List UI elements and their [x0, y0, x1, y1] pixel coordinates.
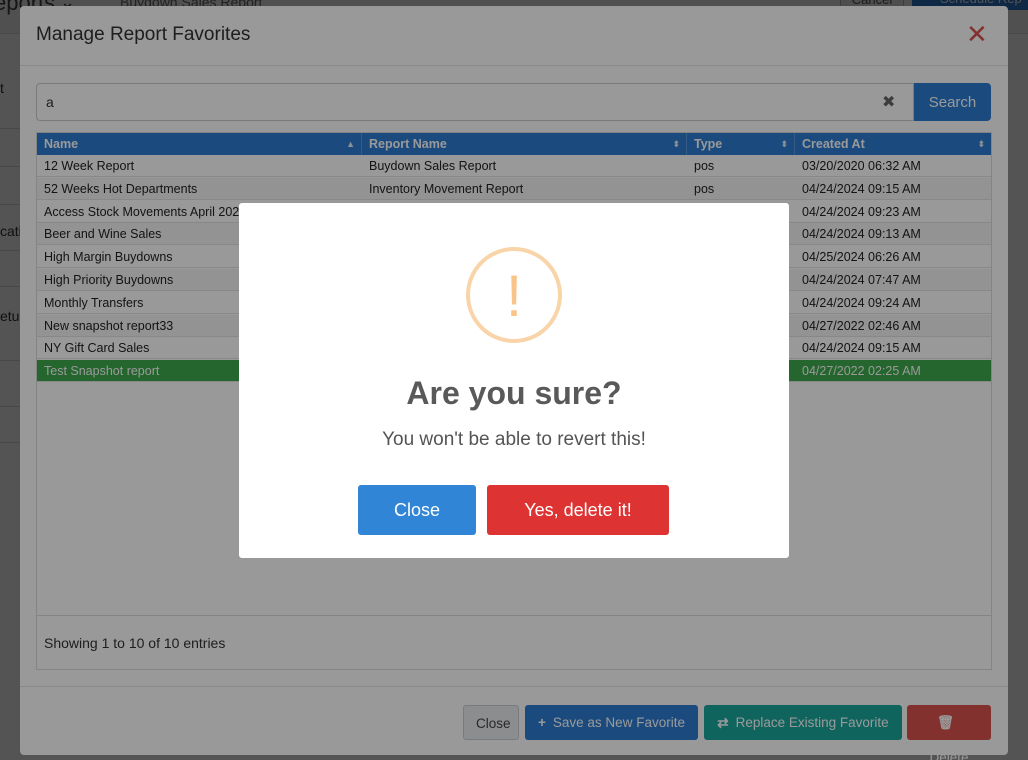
alert-close-button[interactable]: Close	[358, 485, 476, 535]
warning-icon: !	[466, 247, 562, 343]
confirm-delete-button[interactable]: Yes, delete it!	[487, 485, 669, 535]
alert-title: Are you sure?	[406, 375, 622, 411]
confirm-delete-dialog: ! Are you sure? You won't be able to rev…	[239, 203, 789, 558]
exclamation-icon: !	[505, 264, 523, 329]
alert-message: You won't be able to revert this!	[382, 429, 646, 450]
